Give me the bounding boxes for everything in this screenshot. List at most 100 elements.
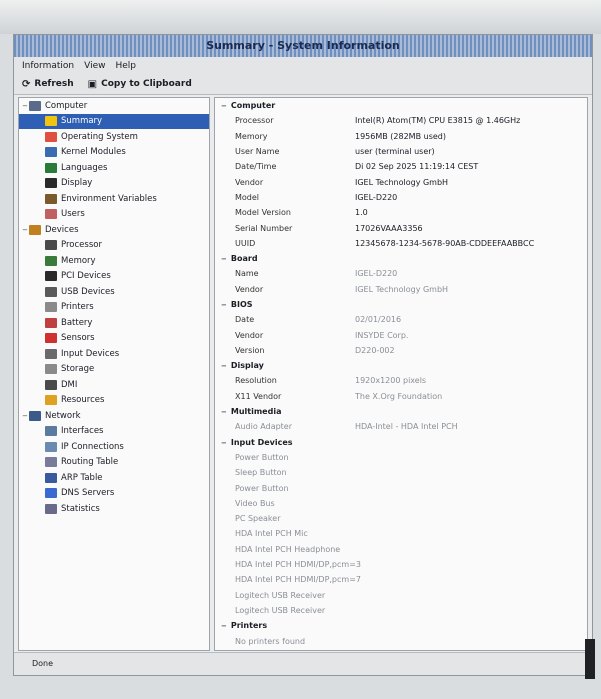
details-panel[interactable]: − Computer Processor Intel(R) Atom(TM) CPU … bbox=[214, 97, 588, 651]
tree-item-label: Network bbox=[45, 410, 81, 421]
detail-row: Version D220-002 bbox=[215, 343, 587, 358]
collapse-icon[interactable]: − bbox=[221, 408, 227, 416]
tree-item-memory[interactable]: Memory bbox=[19, 253, 209, 269]
ip-connections-icon bbox=[45, 441, 57, 452]
tree-item-computer[interactable]: − Computer bbox=[19, 98, 209, 114]
section-label: Board bbox=[230, 254, 258, 264]
category-tree[interactable]: − Computer Summary Operating System Kernel M… bbox=[18, 97, 210, 651]
detail-key: PC Speaker bbox=[235, 514, 281, 524]
menu-help[interactable]: Help bbox=[115, 61, 136, 71]
tree-item-devices[interactable]: − Devices bbox=[19, 222, 209, 238]
detail-row: Logitech USB Receiver bbox=[215, 588, 587, 603]
tree-item-statistics[interactable]: Statistics bbox=[19, 501, 209, 517]
tree-item-usb-devices[interactable]: USB Devices bbox=[19, 284, 209, 300]
tree-item-label: Users bbox=[61, 209, 85, 220]
menu-view[interactable]: View bbox=[84, 61, 105, 71]
tree-item-pci-devices[interactable]: PCI Devices bbox=[19, 269, 209, 285]
tree-item-dmi[interactable]: DMI bbox=[19, 377, 209, 393]
detail-key: Power Button bbox=[235, 452, 289, 462]
tree-item-printers[interactable]: Printers bbox=[19, 300, 209, 316]
tree-item-environment-variables[interactable]: Environment Variables bbox=[19, 191, 209, 207]
section-header: − Computer bbox=[215, 98, 587, 113]
system-information-window: Summary - System Information Information… bbox=[13, 34, 593, 676]
tree-item-ip-connections[interactable]: IP Connections bbox=[19, 439, 209, 455]
detail-key: Processor bbox=[235, 116, 274, 126]
tree-item-routing-table[interactable]: Routing Table bbox=[19, 455, 209, 471]
window-title[interactable]: Summary - System Information bbox=[14, 35, 592, 57]
detail-row: User Name user (terminal user) bbox=[215, 144, 587, 159]
summary-icon bbox=[45, 116, 57, 127]
tree-item-interfaces[interactable]: Interfaces bbox=[19, 424, 209, 440]
statistics-icon bbox=[45, 503, 57, 514]
tree-item-label: Environment Variables bbox=[61, 193, 157, 204]
collapse-icon[interactable]: − bbox=[221, 362, 227, 370]
tree-item-input-devices[interactable]: Input Devices bbox=[19, 346, 209, 362]
menu-information[interactable]: Information bbox=[22, 61, 74, 71]
tree-item-sensors[interactable]: Sensors bbox=[19, 331, 209, 347]
collapse-icon[interactable]: − bbox=[221, 102, 227, 110]
detail-key: Model Version bbox=[235, 208, 291, 218]
tree-item-processor[interactable]: Processor bbox=[19, 238, 209, 254]
detail-key: Date/Time bbox=[235, 162, 277, 172]
main-content: − Computer Summary Operating System Kernel M… bbox=[14, 95, 592, 653]
tree-item-operating-system[interactable]: Operating System bbox=[19, 129, 209, 145]
copy-to-clipboard-button[interactable]: ▣ Copy to Clipboard bbox=[88, 79, 192, 90]
routing-icon bbox=[45, 457, 57, 468]
section-header: − BIOS bbox=[215, 297, 587, 312]
expander-icon[interactable]: − bbox=[21, 226, 29, 234]
detail-row: Model Version 1.0 bbox=[215, 205, 587, 220]
expander-icon[interactable]: − bbox=[21, 102, 29, 110]
collapse-icon[interactable]: − bbox=[221, 301, 227, 309]
tree-item-kernel-modules[interactable]: Kernel Modules bbox=[19, 145, 209, 161]
section-label: BIOS bbox=[230, 300, 253, 309]
tree-item-network[interactable]: − Network bbox=[19, 408, 209, 424]
copy-label: Copy to Clipboard bbox=[101, 79, 192, 89]
sensors-icon bbox=[45, 333, 57, 344]
tree-item-label: Display bbox=[61, 178, 93, 189]
expander-icon[interactable]: − bbox=[21, 412, 29, 420]
detail-row: Logitech USB Receiver bbox=[215, 603, 587, 618]
detail-key: Serial Number bbox=[235, 223, 293, 233]
devices-icon bbox=[29, 224, 41, 235]
detail-row: HDA Intel PCH HDMI/DP,pcm=3 bbox=[215, 557, 587, 572]
collapse-icon[interactable]: − bbox=[221, 622, 227, 630]
detail-row: Name IGEL-D220 bbox=[215, 266, 587, 281]
tree-item-dns-servers[interactable]: DNS Servers bbox=[19, 486, 209, 502]
detail-value: 1.0 bbox=[355, 208, 368, 218]
section-label: Computer bbox=[230, 101, 276, 111]
detail-key: Date bbox=[235, 315, 255, 325]
detail-row: No printers found bbox=[215, 633, 587, 648]
detail-value: IGEL Technology GmbH bbox=[355, 177, 449, 187]
detail-row: HDA Intel PCH Mic bbox=[215, 526, 587, 541]
tree-item-arp-table[interactable]: ARP Table bbox=[19, 470, 209, 486]
processor-icon bbox=[45, 240, 57, 251]
tree-item-battery[interactable]: Battery bbox=[19, 315, 209, 331]
tree-item-label: Routing Table bbox=[61, 457, 119, 468]
tree-item-storage[interactable]: Storage bbox=[19, 362, 209, 378]
detail-row: Power Button bbox=[215, 450, 587, 465]
collapse-icon[interactable]: − bbox=[221, 255, 227, 263]
tree-item-users[interactable]: Users bbox=[19, 207, 209, 223]
section-header: − Printers bbox=[215, 618, 587, 633]
tree-item-summary[interactable]: Summary bbox=[19, 113, 209, 129]
tree-item-label: Devices bbox=[45, 224, 79, 235]
detail-row: UUID 12345678-1234-5678-90AB-CDDEEFAABBCC bbox=[215, 236, 587, 251]
tree-item-resources[interactable]: Resources bbox=[19, 393, 209, 409]
tree-item-label: Statistics bbox=[61, 503, 100, 514]
tree-item-label: Summary bbox=[61, 116, 103, 127]
tree-item-display[interactable]: Display bbox=[19, 176, 209, 192]
tree-item-label: Kernel Modules bbox=[61, 147, 126, 158]
detail-key: Version bbox=[235, 345, 265, 355]
section-label: Input Devices bbox=[230, 437, 293, 447]
tree-item-label: Storage bbox=[61, 364, 95, 375]
detail-value: Di 02 Sep 2025 11:19:14 CEST bbox=[355, 162, 479, 172]
tree-item-languages[interactable]: Languages bbox=[19, 160, 209, 176]
collapse-icon[interactable]: − bbox=[221, 439, 227, 447]
detail-key: Resolution bbox=[235, 376, 277, 386]
detail-value: 02/01/2016 bbox=[355, 315, 402, 325]
resize-handle[interactable] bbox=[585, 639, 595, 679]
detail-key: Power Button bbox=[235, 483, 289, 493]
refresh-button[interactable]: ⟳ Refresh bbox=[22, 79, 74, 90]
tree-item-label: ARP Table bbox=[61, 472, 103, 483]
detail-key: X11 Vendor bbox=[235, 391, 282, 401]
